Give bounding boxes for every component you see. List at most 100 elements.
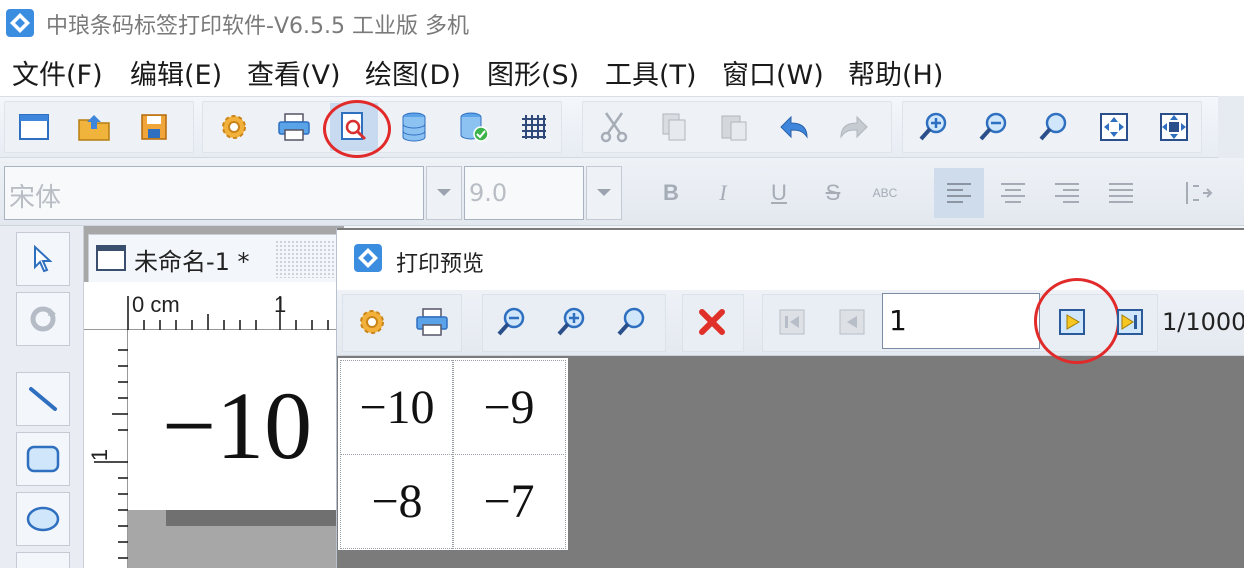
- cursor-arrow-icon: [34, 245, 53, 273]
- menu-file[interactable]: 文件(F): [12, 53, 103, 92]
- settings-button[interactable]: [210, 103, 258, 151]
- menu-edit[interactable]: 编辑(E): [130, 53, 222, 92]
- font-name-select[interactable]: 宋体: [4, 166, 424, 220]
- zoom-fit-icon: [617, 307, 645, 336]
- fit-window-button[interactable]: [1090, 103, 1138, 151]
- underline-button[interactable]: U: [754, 168, 804, 218]
- page-number-input[interactable]: 1: [882, 293, 1040, 349]
- ruler-mark-vertical: 1: [87, 448, 113, 462]
- indent-icon: [1186, 182, 1213, 204]
- zoom-out-icon: [497, 307, 525, 336]
- zoom-in-icon: [919, 112, 947, 141]
- menu-view[interactable]: 查看(V): [247, 53, 341, 92]
- fit-page-icon: [1160, 113, 1188, 141]
- preview-label: −7: [452, 454, 566, 549]
- fit-page-button[interactable]: [1150, 103, 1198, 151]
- indent-button[interactable]: [1174, 168, 1224, 218]
- menu-draw[interactable]: 绘图(D): [365, 53, 461, 92]
- zoom-out-button[interactable]: [970, 103, 1018, 151]
- preview-settings-button[interactable]: [348, 298, 396, 346]
- ellipse-tool-button[interactable]: [16, 492, 70, 546]
- canvas-shadow: [166, 510, 340, 526]
- open-folder-icon: [78, 115, 110, 141]
- zoom-in-icon: [557, 307, 585, 336]
- cut-icon: [600, 112, 628, 143]
- app-logo-icon: [354, 244, 382, 272]
- undo-button[interactable]: [770, 103, 818, 151]
- align-justify-icon: [1109, 183, 1133, 203]
- font-size-select[interactable]: 9.0: [464, 166, 584, 220]
- line-tool-button[interactable]: [16, 372, 70, 426]
- chevron-down-icon: [597, 189, 611, 196]
- paste-button[interactable]: [710, 103, 758, 151]
- align-center-button[interactable]: [988, 168, 1038, 218]
- highlight-circle-preview: [323, 100, 391, 158]
- font-size-dropdown[interactable]: [586, 166, 622, 220]
- preview-close-button[interactable]: [688, 298, 736, 346]
- print-button[interactable]: [270, 103, 318, 151]
- previous-page-button[interactable]: [828, 298, 876, 346]
- menu-shape[interactable]: 图形(S): [487, 53, 579, 92]
- outline-text-button[interactable]: ABC: [860, 168, 910, 218]
- preview-label: −8: [340, 454, 454, 549]
- rectangle-tool-button[interactable]: [16, 432, 70, 486]
- tab-drag-area: [275, 240, 337, 278]
- rounded-rectangle-icon: [26, 445, 60, 473]
- first-page-button[interactable]: [768, 298, 816, 346]
- more-tool-button[interactable]: [16, 552, 70, 568]
- database-connect-button[interactable]: [450, 103, 498, 151]
- align-justify-button[interactable]: [1096, 168, 1146, 218]
- bold-button[interactable]: B: [646, 168, 696, 218]
- canvas-text-object[interactable]: −10: [162, 370, 312, 481]
- preview-print-button[interactable]: [408, 298, 456, 346]
- first-page-icon: [779, 309, 805, 335]
- preview-zoom-in-button[interactable]: [548, 298, 596, 346]
- settings-gear-icon: [360, 310, 384, 334]
- zoom-fit-icon: [1039, 112, 1067, 141]
- undo-icon: [780, 115, 808, 139]
- database-button[interactable]: [390, 103, 438, 151]
- printer-icon: [416, 308, 448, 336]
- preview-zoom-fit-button[interactable]: [608, 298, 656, 346]
- menu-tools[interactable]: 工具(T): [605, 53, 697, 92]
- app-logo-icon: [6, 9, 34, 37]
- open-button[interactable]: [70, 103, 118, 151]
- zoom-fit-button[interactable]: [1030, 103, 1078, 151]
- ruler-mark-label: 1: [274, 292, 287, 317]
- copy-button[interactable]: [650, 103, 698, 151]
- rotate-tool-button[interactable]: [16, 292, 70, 346]
- new-doc-button[interactable]: [10, 103, 58, 151]
- select-tool-button[interactable]: [16, 232, 70, 286]
- redo-button[interactable]: [830, 103, 878, 151]
- save-disk-icon: [141, 114, 167, 140]
- preview-label: −10: [340, 360, 454, 455]
- page-count-label: 1/1000: [1162, 308, 1244, 336]
- italic-button[interactable]: I: [698, 168, 748, 218]
- fit-window-icon: [1100, 113, 1128, 141]
- document-tab-title: 未命名-1 *: [134, 248, 250, 276]
- printer-icon: [278, 113, 310, 141]
- font-name-dropdown[interactable]: [426, 166, 462, 220]
- menu-help[interactable]: 帮助(H): [848, 53, 943, 92]
- zoom-in-button[interactable]: [910, 103, 958, 151]
- align-right-icon: [1055, 183, 1079, 203]
- chevron-down-icon: [437, 189, 451, 196]
- settings-gear-icon: [222, 115, 246, 139]
- new-doc-icon: [19, 114, 49, 140]
- preview-zoom-out-button[interactable]: [488, 298, 536, 346]
- grid-button[interactable]: [510, 103, 558, 151]
- align-left-button[interactable]: [934, 168, 984, 218]
- cut-button[interactable]: [590, 103, 638, 151]
- save-button[interactable]: [130, 103, 178, 151]
- document-window-icon: [96, 245, 126, 271]
- last-page-icon: [1117, 309, 1143, 335]
- align-left-icon: [947, 183, 971, 203]
- strikethrough-button[interactable]: S: [808, 168, 858, 218]
- menu-window[interactable]: 窗口(W): [722, 53, 824, 92]
- grid-icon: [522, 115, 546, 139]
- last-page-button[interactable]: [1108, 298, 1152, 346]
- align-right-button[interactable]: [1042, 168, 1092, 218]
- align-center-icon: [1001, 183, 1025, 203]
- preview-sheet: −10 −9 −8 −7: [338, 358, 568, 550]
- zoom-out-icon: [979, 112, 1007, 141]
